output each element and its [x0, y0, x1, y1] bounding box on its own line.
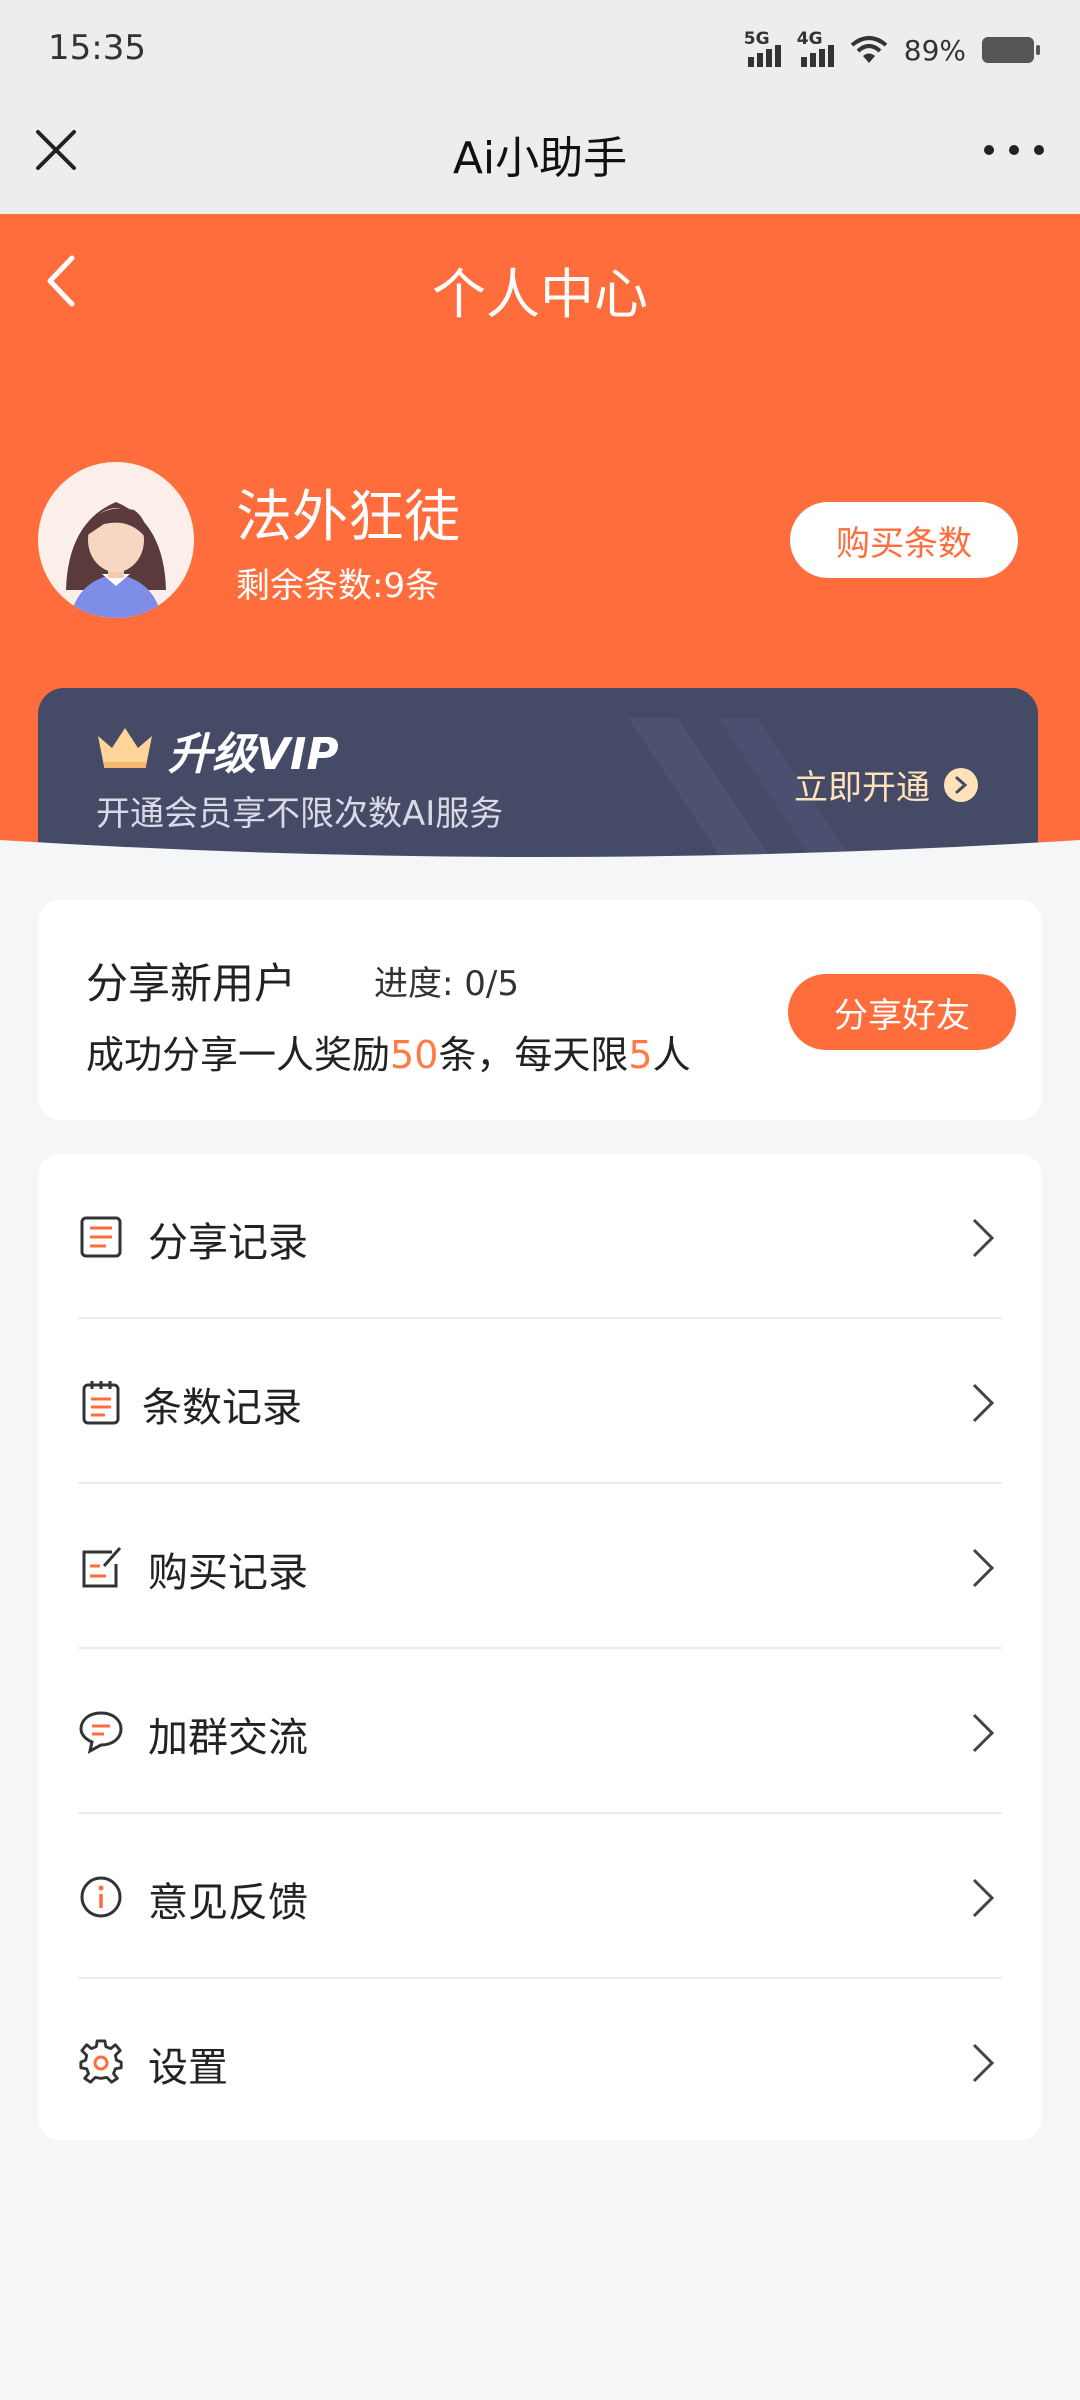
battery-icon — [982, 37, 1040, 63]
share-title: 分享新用户 — [86, 959, 297, 1008]
menu-item-count-records[interactable]: 条数记录 — [38, 1319, 1042, 1484]
signal-5g-icon: 5G — [744, 29, 781, 67]
menu-item-settings[interactable]: 设置 — [38, 1979, 1042, 2144]
profile-header: 个人中心 法外狂徒 剩余条数:9条 购买条数 升级VIP 开通会员享不限次数AI… — [0, 214, 1080, 864]
chevron-right-icon — [972, 1878, 995, 1918]
menu-item-feedback[interactable]: 意见反馈 — [38, 1814, 1042, 1979]
header-curve — [0, 840, 1080, 890]
share-card: 分享新用户 进度: 0/5 成功分享一人奖励50条，每天限5人 分享好友 — [38, 900, 1042, 1120]
crown-icon — [98, 728, 152, 768]
app-title: Ai小助手 — [452, 133, 628, 184]
remaining-count: 剩余条数:9条 — [236, 566, 440, 606]
share-friends-button[interactable]: 分享好友 — [788, 974, 1016, 1050]
status-time: 15:35 — [48, 28, 146, 68]
chevron-right-icon — [972, 1218, 995, 1258]
vip-title: 升级VIP — [168, 729, 339, 780]
menu-item-share-records[interactable]: 分享记录 — [38, 1154, 1042, 1319]
menu-label: 分享记录 — [148, 1220, 308, 1266]
username: 法外狂徒 — [236, 485, 460, 550]
share-progress: 进度: 0/5 — [374, 964, 519, 1004]
status-icons: 5G 4G 89% — [744, 28, 1040, 72]
vip-subtitle: 开通会员享不限次数AI服务 — [96, 794, 504, 834]
chevron-right-circle-icon — [944, 767, 978, 802]
vip-banner[interactable]: 升级VIP 开通会员享不限次数AI服务 立即开通 — [38, 688, 1038, 864]
battery-percent: 89% — [903, 33, 966, 67]
buy-count-button[interactable]: 购买条数 — [790, 502, 1018, 578]
menu-item-join-group[interactable]: 加群交流 — [38, 1649, 1042, 1814]
document-list-icon — [80, 1216, 122, 1258]
top-navbar: Ai小助手 — [0, 96, 1080, 214]
notepad-icon — [82, 1381, 120, 1425]
daily-limit: 5 — [628, 1033, 653, 1077]
info-icon — [80, 1876, 122, 1918]
menu-label: 购买记录 — [148, 1550, 308, 1596]
reward-count: 50 — [390, 1033, 439, 1077]
signal-4g-icon: 4G — [797, 29, 834, 67]
chevron-right-icon — [972, 1383, 995, 1423]
wifi-icon — [850, 36, 888, 63]
share-description: 成功分享一人奖励50条，每天限5人 — [86, 1033, 691, 1077]
avatar[interactable] — [38, 462, 194, 618]
menu-label: 意见反馈 — [148, 1880, 308, 1926]
chevron-right-icon — [972, 1548, 995, 1588]
more-options-icon[interactable] — [984, 126, 1044, 174]
menu-item-purchase-records[interactable]: 购买记录 — [38, 1484, 1042, 1649]
chevron-right-icon — [972, 2043, 995, 2083]
menu-label: 条数记录 — [142, 1385, 302, 1431]
chevron-right-icon — [972, 1713, 995, 1753]
menu-label: 加群交流 — [148, 1715, 308, 1761]
page-title: 个人中心 — [432, 263, 648, 326]
vip-open-button[interactable]: 立即开通 — [794, 760, 978, 809]
chat-bubble-icon — [79, 1711, 123, 1754]
menu-list: 分享记录 条数记录 购买记录 加群交流 意见反馈 设置 — [38, 1154, 1042, 2140]
menu-label: 设置 — [148, 2045, 228, 2091]
gear-icon — [79, 2039, 123, 2084]
status-bar: 15:35 5G 4G 89% — [0, 0, 1080, 96]
edit-note-icon — [82, 1547, 122, 1588]
